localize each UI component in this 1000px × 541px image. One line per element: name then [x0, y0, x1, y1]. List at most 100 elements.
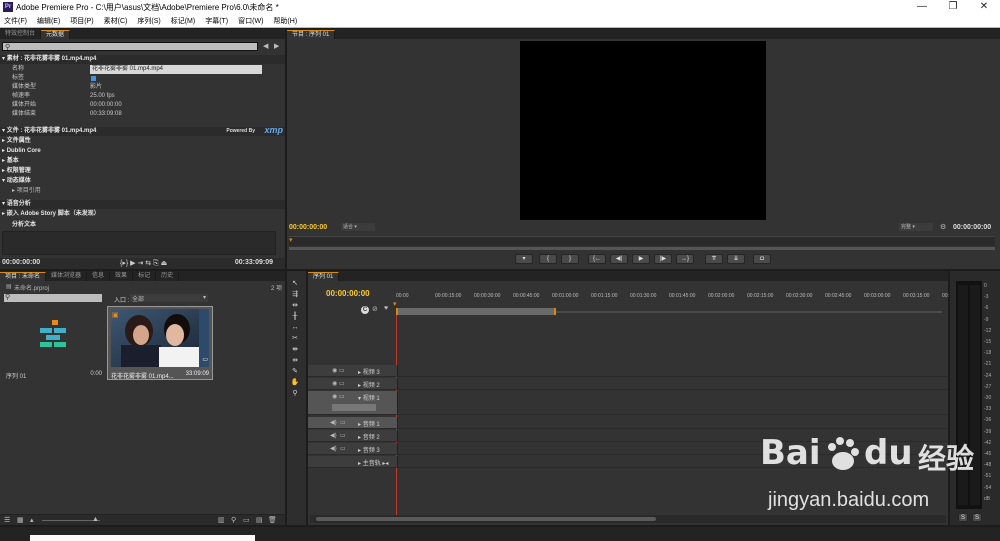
eye-icon[interactable]: ◉: [332, 380, 337, 387]
project-search-input[interactable]: ⚲: [4, 294, 102, 302]
metadata-tc-right[interactable]: 00:33:09:09: [235, 259, 273, 266]
rate-stretch-tool-icon[interactable]: ↔: [289, 323, 301, 333]
menu-marker[interactable]: 标记(M): [171, 16, 196, 26]
project-item-sequence[interactable]: 序列 01 0:00: [4, 308, 104, 380]
lift-button[interactable]: ⇈: [705, 254, 723, 264]
linked-selection-icon[interactable]: ⊘: [372, 305, 378, 313]
analysis-text-area[interactable]: [2, 231, 276, 255]
label-color-swatch[interactable]: [91, 76, 96, 81]
menu-file[interactable]: 文件(F): [4, 16, 27, 26]
goto-in-button[interactable]: {←: [588, 254, 606, 264]
hand-tool-icon[interactable]: ✋: [289, 378, 301, 388]
timeline-timecode[interactable]: 00:00:00:00: [326, 289, 370, 298]
menu-edit[interactable]: 编辑(E): [37, 16, 60, 26]
track-body[interactable]: [398, 365, 948, 376]
tab-history[interactable]: 历史: [156, 272, 180, 281]
step-forward-button[interactable]: |▶: [654, 254, 672, 264]
lock-icon[interactable]: ▭: [340, 432, 346, 439]
metadata-tc-left[interactable]: 00:00:00:00: [2, 259, 40, 266]
wrench-icon[interactable]: ⚙: [940, 223, 946, 231]
speech-section-header[interactable]: ▾ 语音分析: [0, 200, 285, 209]
menu-title[interactable]: 字幕(T): [205, 16, 228, 26]
razor-tool-icon[interactable]: ✂: [289, 334, 301, 344]
metadata-transport-icons[interactable]: {▸} ▶ ⇥ ⇆ ⎘ ⏏: [120, 259, 167, 268]
program-tc-right[interactable]: 00:00:00:00: [953, 224, 991, 231]
track-video-1[interactable]: ◉ ▭ ▾ 视频 1: [308, 391, 948, 415]
minimize-button[interactable]: —: [908, 0, 936, 14]
fit-dropdown[interactable]: 适合 ▾: [341, 223, 375, 231]
tab-media-browser[interactable]: 媒体浏览器: [46, 272, 88, 281]
eye-icon[interactable]: ◉: [332, 393, 337, 400]
track-select-tool-icon[interactable]: ⇶: [289, 290, 301, 300]
lock-icon[interactable]: ▭: [340, 419, 346, 426]
ripple-edit-tool-icon[interactable]: ⇹: [289, 301, 301, 311]
next-arrow-icon[interactable]: ▶: [274, 42, 279, 50]
lock-icon[interactable]: ▭: [339, 367, 345, 374]
goto-out-button[interactable]: →}: [676, 254, 694, 264]
file-section-header[interactable]: ▾ 文件 : 花非花雾非雾 01.mp4.mp4 Powered By xmp: [0, 126, 285, 136]
snap-icon[interactable]: C: [361, 306, 369, 314]
tab-info[interactable]: 信息: [87, 272, 111, 281]
find-icon[interactable]: ⚲: [231, 516, 236, 524]
project-item-clip[interactable]: ▣ ▭ 花非花雾非雾 01.mp4... 33:09:09: [107, 306, 213, 380]
lock-icon[interactable]: ▭: [339, 380, 345, 387]
metadata-search-input[interactable]: ⚲: [2, 42, 258, 51]
track-body[interactable]: [398, 417, 948, 428]
name-field[interactable]: 花非花雾非雾 01.mp4.mp4: [90, 65, 262, 74]
tab-markers[interactable]: 标记: [133, 272, 157, 281]
program-zoom-bar[interactable]: [289, 247, 995, 250]
zoom-in-icon[interactable]: ▲: [92, 516, 99, 523]
mark-out-button[interactable]: }: [561, 254, 579, 264]
trash-icon[interactable]: 🗑: [268, 516, 277, 524]
marker-icon[interactable]: ♥: [384, 305, 388, 312]
track-audio-1[interactable]: ◀) ▭ ▸ 音频 1: [308, 417, 948, 429]
track-video-2[interactable]: ◉ ▭ ▸ 视频 2: [308, 378, 948, 390]
quality-dropdown[interactable]: 完整 ▾: [899, 223, 933, 231]
automate-icon[interactable]: ▥: [218, 516, 225, 524]
playhead-handle-icon[interactable]: ▾: [393, 300, 397, 308]
eye-icon[interactable]: ◉: [332, 367, 337, 374]
track-body[interactable]: [398, 378, 948, 389]
in-dropdown[interactable]: 全部 ▾: [130, 294, 208, 303]
zoom-tool-icon[interactable]: ⚲: [289, 389, 301, 399]
track-body[interactable]: [398, 391, 948, 414]
list-view-icon[interactable]: ☰: [4, 516, 10, 524]
pen-tool-icon[interactable]: ✎: [289, 367, 301, 377]
tab-program[interactable]: 节目 : 序列 01: [287, 30, 336, 39]
group-basic[interactable]: ▸ 基本: [2, 157, 277, 166]
track-video-3[interactable]: ◉ ▭ ▸ 视频 3: [308, 365, 948, 377]
clip-section-header[interactable]: ▾ 素材 : 花非花雾非雾 01.mp4.mp4: [0, 55, 285, 64]
menu-clip[interactable]: 素材(C): [104, 16, 128, 26]
tab-metadata[interactable]: 元数据: [41, 30, 71, 39]
restore-button[interactable]: ❐: [939, 0, 967, 14]
program-time-ruler[interactable]: ▾: [289, 236, 995, 246]
group-dublin-core[interactable]: ▸ Dublin Core: [2, 147, 277, 156]
menu-window[interactable]: 窗口(W): [238, 16, 263, 26]
extract-button[interactable]: ⇊: [727, 254, 745, 264]
playhead-marker-icon[interactable]: ▾: [289, 236, 293, 244]
lock-icon[interactable]: ▭: [339, 393, 345, 400]
keyframe-controls[interactable]: [332, 404, 376, 411]
group-dynamic-media[interactable]: ▾ 动态媒体: [2, 177, 277, 186]
play-button[interactable]: ▶: [632, 254, 650, 264]
tab-effects[interactable]: 效果: [110, 272, 134, 281]
rolling-edit-tool-icon[interactable]: ╫: [289, 312, 301, 322]
program-tc-left[interactable]: 00:00:00:00: [289, 224, 327, 231]
slide-tool-icon[interactable]: ⇻: [289, 356, 301, 366]
add-marker-button[interactable]: ▾: [515, 254, 533, 264]
group-file-props[interactable]: ▸ 文件属性: [2, 137, 277, 146]
export-frame-button[interactable]: ◘: [753, 254, 771, 264]
zoom-out-icon[interactable]: ▴: [30, 516, 34, 524]
speaker-icon[interactable]: ◀): [330, 445, 337, 452]
menu-sequence[interactable]: 序列(S): [137, 16, 160, 26]
slip-tool-icon[interactable]: ⇼: [289, 345, 301, 355]
prev-arrow-icon[interactable]: ◀: [263, 42, 268, 50]
mark-in-button[interactable]: {: [539, 254, 557, 264]
tab-sequence[interactable]: 序列 01: [308, 272, 340, 281]
scrollbar-thumb[interactable]: [316, 517, 656, 521]
timeline-ruler[interactable]: 00:00 00:00:15:00 00:00:30:00 00:00:45:00 00…: [396, 293, 949, 305]
tab-effect-controls[interactable]: 特效控制台: [0, 30, 42, 39]
new-bin-icon[interactable]: ▭: [243, 516, 250, 524]
story-script-row[interactable]: ▸ 嵌入 Adobe Story 脚本（未发现）: [2, 210, 277, 219]
lock-icon[interactable]: ▭: [340, 445, 346, 452]
